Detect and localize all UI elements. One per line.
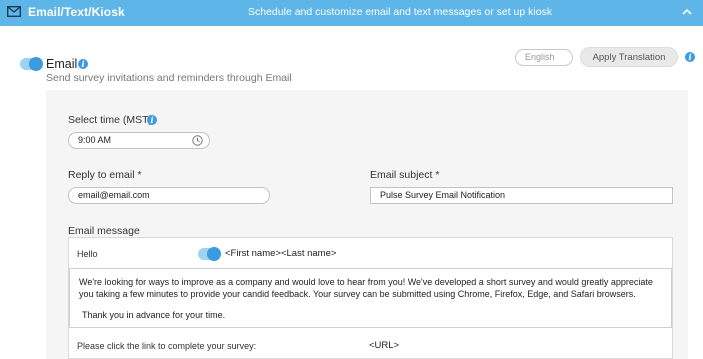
message-body-textarea[interactable]: We're looking for ways to improve as a c… [69,268,672,328]
email-toggle[interactable] [20,57,43,71]
include-name-toggle[interactable] [198,247,221,261]
message-closing: Thank you in advance for your time. [82,310,226,320]
time-info-icon[interactable]: i [147,115,157,125]
info-icon[interactable]: i [78,59,88,69]
toggle-knob [207,247,221,261]
reply-to-value: email@email.com [78,190,150,200]
toggle-knob [29,57,43,71]
section-title: Email/Text/Kiosk [28,5,125,19]
apply-translation-button[interactable]: Apply Translation [580,47,678,67]
translation-info-icon[interactable]: i [685,52,695,62]
section-header[interactable]: Email/Text/Kiosk Schedule and customize … [0,0,703,26]
name-placeholder: <First name><Last name> [225,248,337,259]
reply-to-email-input[interactable]: email@email.com [68,187,270,204]
email-subject-value: Pulse Survey Email Notification [380,190,506,200]
section-subtitle: Schedule and customize email and text me… [248,6,553,18]
time-value: 9:00 AM [78,135,112,145]
greeting-text: Hello [77,249,98,259]
language-select[interactable]: English [515,49,573,66]
url-placeholder: <URL> [369,340,400,351]
time-input[interactable]: 9:00 AM [68,132,210,149]
envelope-icon [7,6,21,17]
message-body: We're looking for ways to improve as a c… [79,277,653,299]
email-section-description: Send survey invitations and reminders th… [46,72,292,84]
email-subject-label: Email subject * [370,169,440,181]
reply-to-label: Reply to email * [68,169,142,181]
select-time-label: Select time (MST) [68,114,153,126]
email-subject-input[interactable]: Pulse Survey Email Notification [370,187,673,204]
link-prompt: Please click the link to complete your s… [77,341,257,351]
email-message-label: Email message [68,225,140,237]
clock-icon[interactable] [192,135,203,146]
email-section-title: Email [46,57,78,71]
chevron-up-icon[interactable] [680,5,694,19]
